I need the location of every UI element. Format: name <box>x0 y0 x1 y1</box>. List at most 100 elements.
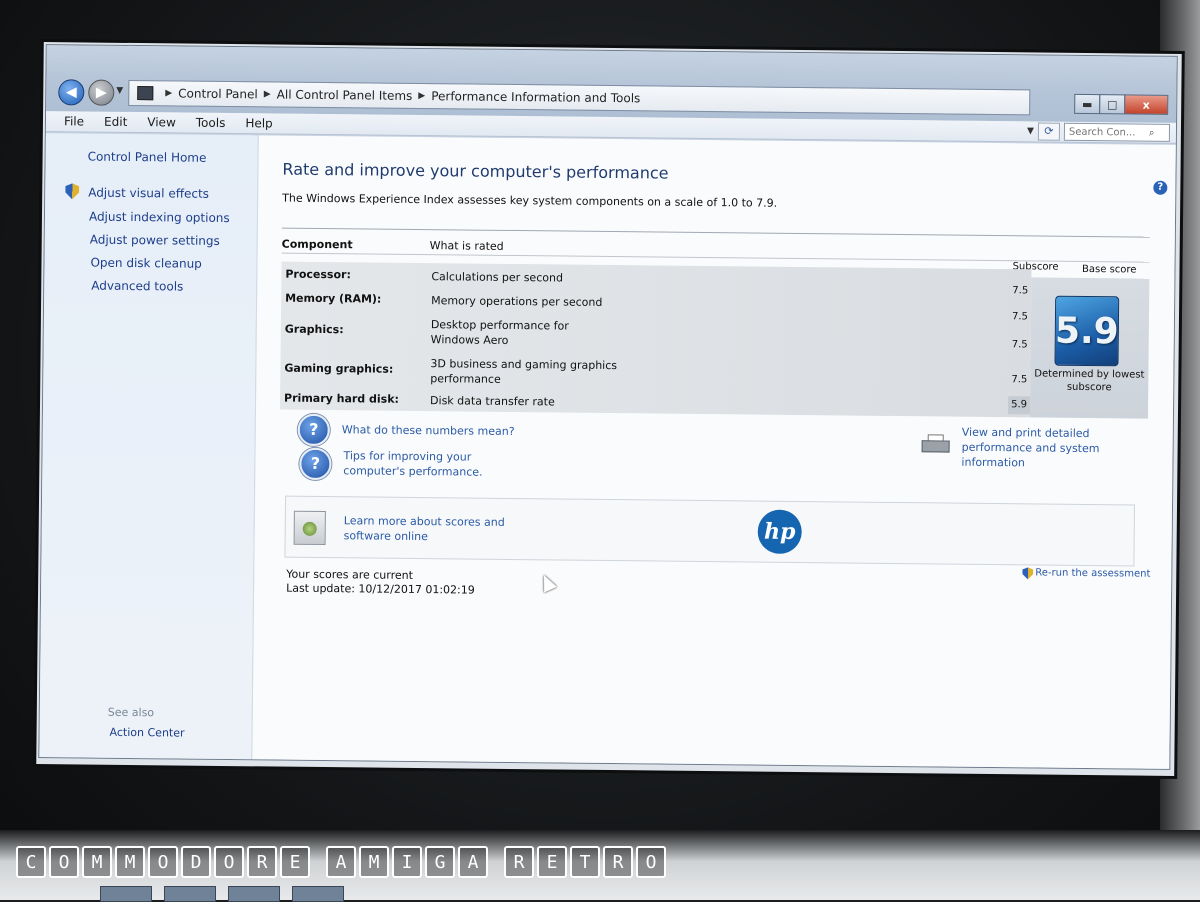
main-content: ? Rate and improve your computer's perfo… <box>252 135 1176 769</box>
table-row: Processor: Calculations per second 7.5 <box>281 268 1031 297</box>
back-arrow-icon: ◀ <box>65 84 77 101</box>
row-component: Gaming graphics: <box>284 361 394 376</box>
table-row: Primary hard disk: Disk data transfer ra… <box>280 392 1031 415</box>
screen: ◀ ▶ ▼ ▶ Control Panel ▶ All Control Pane… <box>36 42 1182 776</box>
sidebar-adjust-power-settings[interactable]: Adjust power settings <box>90 233 220 248</box>
uac-shield-icon <box>65 183 79 199</box>
watermark-letter: E <box>537 846 567 878</box>
search-box[interactable]: ⌕ <box>1063 122 1171 142</box>
maximize-button[interactable]: □ <box>1099 94 1126 115</box>
hp-logo[interactable]: hp <box>757 509 802 555</box>
watermark-letter: M <box>82 846 112 878</box>
breadcrumb-performance[interactable]: Performance Information and Tools <box>431 89 640 105</box>
watermark-space <box>313 846 323 878</box>
watermark-letter: R <box>603 846 633 878</box>
row-subscore-lowest: 5.9 <box>1007 396 1031 415</box>
help-icon[interactable]: ? <box>1153 180 1168 195</box>
watermark-letter: R <box>247 846 277 878</box>
address-bar[interactable]: ▶ Control Panel ▶ All Control Panel Item… <box>128 79 1031 116</box>
search-input[interactable] <box>1068 126 1149 139</box>
base-score-panel: 5.9 Determined by lowest subscore <box>1029 277 1150 419</box>
watermark-letter: R <box>504 846 534 878</box>
watermark-space <box>491 846 501 878</box>
question-icon: ? <box>297 413 330 447</box>
rerun-assessment-link[interactable]: Re-run the assessment <box>1035 565 1150 581</box>
watermark: C O M M O D O R E A M I G A R E T R O <box>16 846 666 878</box>
title-bar: ◀ ▶ ▼ ▶ Control Panel ▶ All Control Pane… <box>46 45 1177 123</box>
window-controls: ▬ □ x <box>1074 93 1169 115</box>
search-icon[interactable]: ⌕ <box>1149 127 1155 138</box>
uac-shield-icon <box>1022 567 1033 579</box>
what-numbers-mean-link[interactable]: What do these numbers mean? <box>342 422 515 439</box>
row-component: Memory (RAM): <box>285 291 382 306</box>
table-divider <box>281 227 1150 238</box>
menu-tools[interactable]: Tools <box>192 116 230 130</box>
sidebar-control-panel-home[interactable]: Control Panel Home <box>88 150 207 165</box>
watermark-letter: D <box>181 846 211 878</box>
watermark-letter: C <box>16 846 46 878</box>
watermark-letter: O <box>636 846 666 878</box>
table-row: Graphics: Desktop performance for Window… <box>281 316 1031 350</box>
refresh-button[interactable]: ⟳ <box>1037 122 1061 141</box>
breadcrumb-control-panel[interactable]: Control Panel <box>178 86 258 101</box>
row-what-is-rated: Disk data transfer rate <box>430 394 555 409</box>
row-component: Processor: <box>285 267 351 282</box>
row-what-is-rated: Calculations per second <box>431 270 564 285</box>
header-base-score: Base score <box>1082 263 1137 276</box>
sidebar: Control Panel Home Adjust visual effects… <box>39 133 259 760</box>
breadcrumb-all-items[interactable]: All Control Panel Items <box>277 88 413 103</box>
header-component: Component <box>281 237 353 252</box>
back-button[interactable]: ◀ <box>58 79 85 106</box>
close-button[interactable]: x <box>1124 94 1169 115</box>
table-row: Memory (RAM): Memory operations per seco… <box>281 292 1031 323</box>
menu-edit[interactable]: Edit <box>100 115 131 129</box>
tips-improving-link[interactable]: Tips for improving your computer's perfo… <box>343 448 533 480</box>
row-component: Primary hard disk: <box>284 391 400 406</box>
chevron-right-icon[interactable]: ▶ <box>264 89 271 99</box>
table-row: Gaming graphics: 3D business and gaming … <box>281 355 1031 386</box>
score-table: Processor: Calculations per second 7.5 M… <box>279 261 1032 418</box>
sidebar-adjust-indexing-options[interactable]: Adjust indexing options <box>89 210 230 225</box>
row-subscore: 7.5 <box>1012 285 1029 297</box>
row-component: Graphics: <box>284 322 344 337</box>
scores-status: Your scores are current <box>286 567 414 582</box>
address-tools: ▼ ⟳ ⌕ <box>1027 122 1171 142</box>
watermark-letter: A <box>458 846 488 878</box>
control-panel-icon <box>137 86 154 101</box>
sidebar-open-disk-cleanup[interactable]: Open disk cleanup <box>90 256 201 271</box>
menu-view[interactable]: View <box>143 115 180 129</box>
view-print-details-link[interactable]: View and print detailed performance and … <box>961 425 1151 472</box>
watermark-letter: T <box>570 846 600 878</box>
sidebar-adjust-visual-effects[interactable]: Adjust visual effects <box>88 186 209 201</box>
window-body: Control Panel Home Adjust visual effects… <box>39 133 1176 769</box>
forward-arrow-icon: ▶ <box>95 84 107 101</box>
forward-button[interactable]: ▶ <box>88 79 115 106</box>
minimize-button[interactable]: ▬ <box>1074 93 1101 115</box>
sidebar-advanced-tools[interactable]: Advanced tools <box>91 279 183 294</box>
chevron-right-icon[interactable]: ▶ <box>165 88 172 98</box>
row-subscore: 7.5 <box>1011 311 1028 323</box>
taskbar-strip <box>100 886 460 902</box>
page-title: Rate and improve your computer's perform… <box>282 159 669 183</box>
chevron-right-icon[interactable]: ▶ <box>418 91 425 101</box>
watermark-letter: O <box>49 846 79 878</box>
printer-icon <box>921 434 950 454</box>
row-what-is-rated: Desktop performance for Windows Aero <box>430 318 569 347</box>
explorer-window: ◀ ▶ ▼ ▶ Control Panel ▶ All Control Pane… <box>38 44 1178 770</box>
see-also-heading: See also <box>107 705 155 720</box>
learn-more-link[interactable]: Learn more about scores and software onl… <box>344 513 554 545</box>
address-dropdown-icon[interactable]: ▼ <box>1027 126 1034 136</box>
recent-pages-dropdown[interactable]: ▼ <box>116 86 123 96</box>
menu-help[interactable]: Help <box>241 116 277 130</box>
header-what-is-rated: What is rated <box>429 239 504 253</box>
mouse-cursor-icon <box>537 572 557 593</box>
row-subscore: 7.5 <box>1011 339 1028 351</box>
watermark-letter: M <box>359 846 389 878</box>
sidebar-action-center[interactable]: Action Center <box>110 726 185 740</box>
watermark-letter: O <box>148 846 178 878</box>
last-update: Last update: 10/12/2017 01:02:19 <box>286 581 475 597</box>
menu-file[interactable]: File <box>60 114 88 128</box>
watermark-letter: M <box>115 846 145 878</box>
row-what-is-rated: 3D business and gaming graphics performa… <box>430 357 618 386</box>
watermark-letter: O <box>214 846 244 878</box>
